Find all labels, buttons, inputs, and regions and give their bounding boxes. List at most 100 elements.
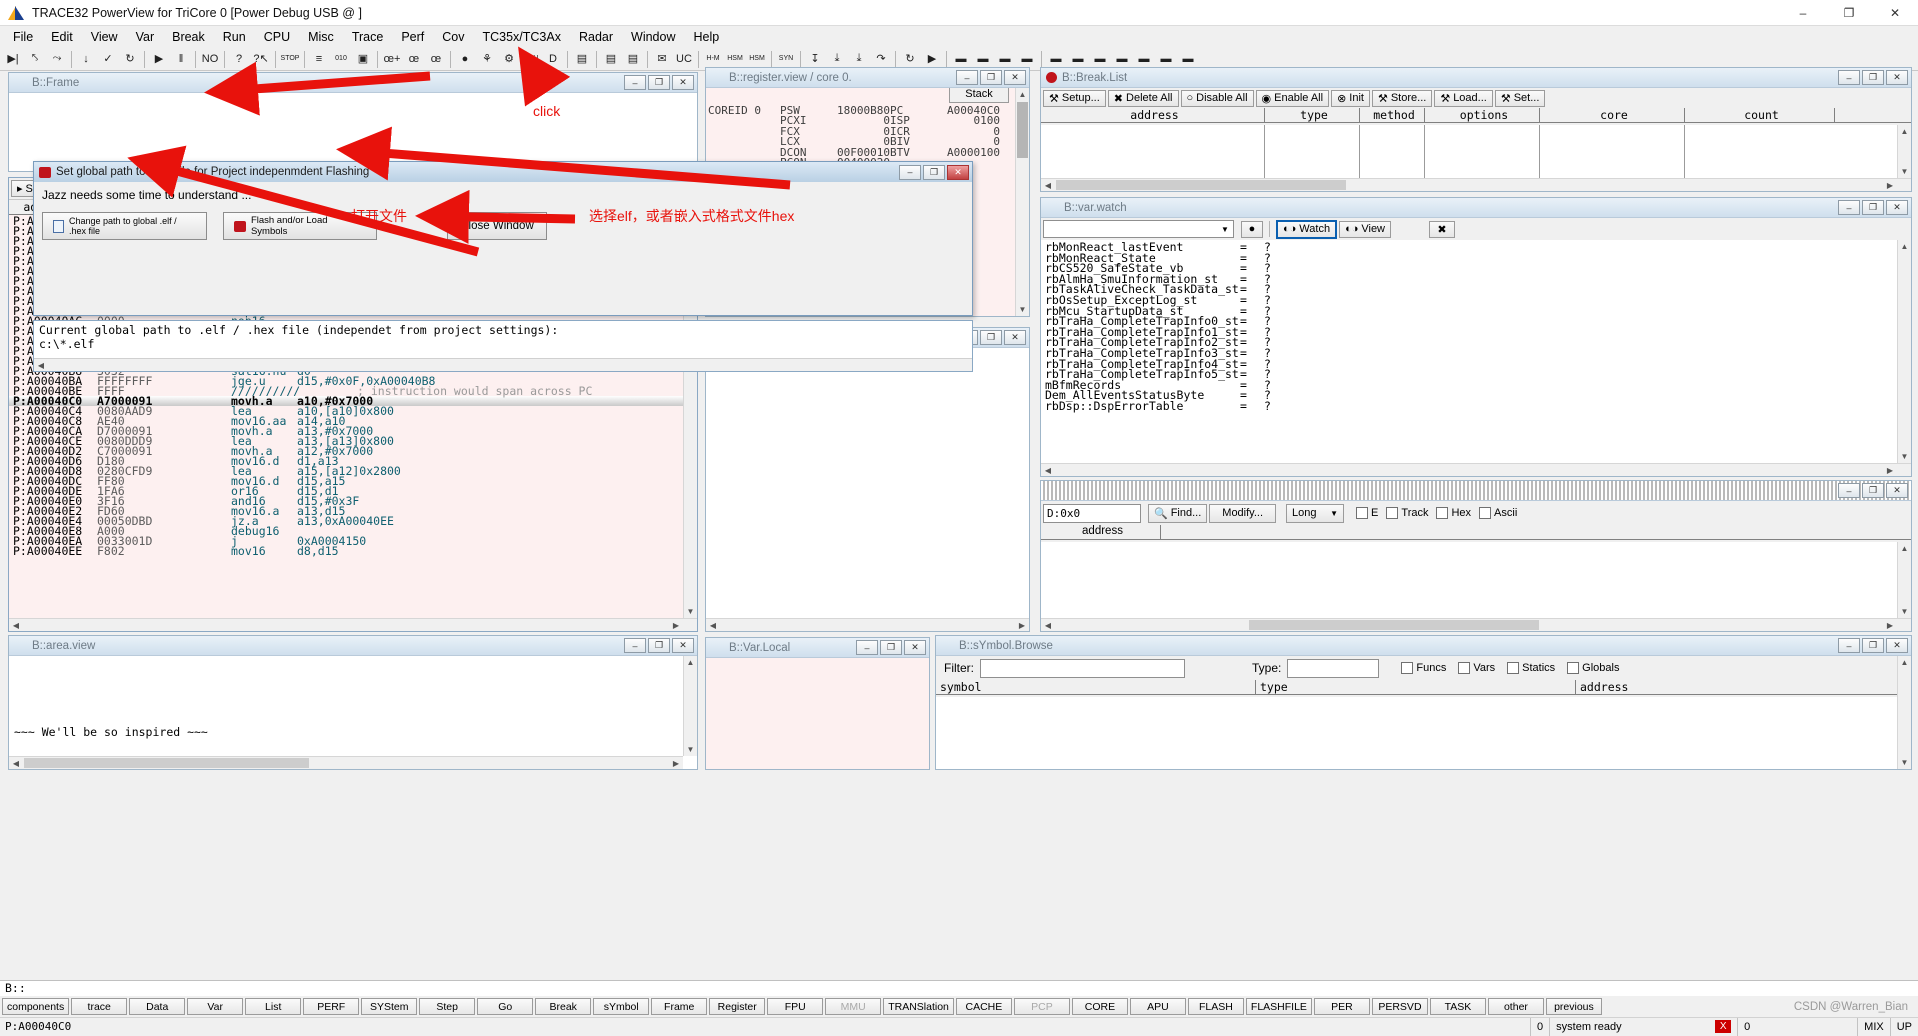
- step-over-icon[interactable]: ⤣: [24, 48, 46, 69]
- register-stack-tab[interactable]: Stack: [949, 88, 1009, 103]
- var-local-minimize-button[interactable]: –: [856, 640, 878, 655]
- area-view-horizontal-scrollbar[interactable]: ◀ ▶: [9, 756, 683, 769]
- register-scroll-thumb[interactable]: [1017, 102, 1028, 158]
- area-scroll-left-arrow[interactable]: ◀: [9, 757, 23, 769]
- menu-item-var[interactable]: Var: [127, 28, 164, 46]
- frame3-icon[interactable]: ▤: [622, 48, 644, 69]
- symbol-checkbox-statics[interactable]: Statics: [1507, 662, 1555, 674]
- break-scroll-right-arrow[interactable]: ▶: [1883, 179, 1897, 191]
- watch-entry[interactable]: rbDsp::DspErrorTable =?: [1045, 400, 1897, 412]
- checkbox-funcs-box[interactable]: [1401, 662, 1414, 674]
- close-window-button[interactable]: Close Window: [447, 212, 547, 240]
- menu-item-break[interactable]: Break: [163, 28, 214, 46]
- break-list-minimize-button[interactable]: –: [1838, 70, 1860, 85]
- command-line[interactable]: B::: [0, 980, 1918, 996]
- checkbox-e-box[interactable]: [1356, 507, 1369, 519]
- list-horizontal-scrollbar[interactable]: ◀ ▶: [9, 618, 697, 631]
- symbol-maximize-button[interactable]: ❐: [1862, 638, 1884, 653]
- var-ref-horizontal-scrollbar[interactable]: ◀ ▶: [706, 618, 1029, 631]
- fkey-translation[interactable]: TRANSlation: [883, 998, 954, 1015]
- store-button[interactable]: ⚒ Store...: [1371, 89, 1433, 107]
- frame-maximize-button[interactable]: ❐: [648, 75, 670, 90]
- fkey-step[interactable]: Step: [419, 998, 476, 1015]
- checkbox-globals-box[interactable]: [1567, 662, 1580, 674]
- var-watch-clear-button[interactable]: ✖: [1429, 220, 1456, 238]
- symbol-scroll-up-arrow[interactable]: ▲: [1898, 656, 1911, 669]
- fkey-go[interactable]: Go: [477, 998, 534, 1015]
- area-scroll-right-arrow[interactable]: ▶: [669, 757, 683, 769]
- data-rows[interactable]: [1041, 542, 1897, 618]
- menu-item-view[interactable]: View: [82, 28, 127, 46]
- area-scroll-h-thumb[interactable]: [24, 758, 309, 768]
- break-list-vertical-scrollbar[interactable]: ▲ ▼: [1897, 125, 1911, 178]
- symbol-checkbox-globals[interactable]: Globals: [1567, 662, 1619, 674]
- var-watch-scroll-down-arrow[interactable]: ▼: [1898, 450, 1911, 463]
- register-scroll-up-arrow[interactable]: ▲: [1016, 88, 1029, 101]
- menu-item-help[interactable]: Help: [685, 28, 729, 46]
- change-path-button[interactable]: Change path to global .elf / .hex file: [42, 212, 207, 240]
- win3-icon[interactable]: ▬: [994, 48, 1016, 69]
- fkey-per[interactable]: PER: [1313, 998, 1370, 1015]
- var-local-body[interactable]: [706, 658, 929, 769]
- frame2-icon[interactable]: ▤: [600, 48, 622, 69]
- var-watch-scroll-left-arrow[interactable]: ◀: [1041, 464, 1055, 476]
- menu-item-misc[interactable]: Misc: [299, 28, 343, 46]
- break-scroll-h-thumb[interactable]: [1056, 180, 1346, 190]
- watch-entry[interactable]: rbTraHa_CompleteTrapInfo5_st =?: [1045, 369, 1897, 380]
- enable-all-button[interactable]: ◉ Enable All: [1255, 89, 1330, 107]
- register-icon[interactable]: ⚙: [498, 48, 520, 69]
- data-scroll-h-thumb[interactable]: [1249, 620, 1539, 630]
- memory-icon[interactable]: ▣: [352, 48, 374, 69]
- win4-icon[interactable]: ▬: [1016, 48, 1038, 69]
- menu-item-file[interactable]: File: [4, 28, 42, 46]
- win1-icon[interactable]: ▬: [950, 48, 972, 69]
- data-checkbox-e[interactable]: E: [1356, 507, 1378, 519]
- maximize-button[interactable]: ❐: [1826, 0, 1872, 26]
- symbol-checkbox-funcs[interactable]: Funcs: [1401, 662, 1446, 674]
- register-close-button[interactable]: ✕: [1004, 70, 1026, 85]
- var-local-maximize-button[interactable]: ❐: [880, 640, 902, 655]
- menu-item-perf[interactable]: Perf: [392, 28, 433, 46]
- var-local-close-button[interactable]: ✕: [904, 640, 926, 655]
- register-maximize-button[interactable]: ❐: [980, 70, 1002, 85]
- break-list-maximize-button[interactable]: ❐: [1862, 70, 1884, 85]
- register-minimize-button[interactable]: –: [956, 70, 978, 85]
- break-list-rows[interactable]: [1041, 125, 1897, 178]
- fkey-apu[interactable]: APU: [1129, 998, 1186, 1015]
- symbol-filter-input[interactable]: [980, 658, 1185, 678]
- data-checkbox-ascii[interactable]: Ascii: [1479, 507, 1517, 519]
- var-watch-scroll-right-arrow[interactable]: ▶: [1883, 464, 1897, 476]
- var-watch-minimize-button[interactable]: –: [1838, 200, 1860, 215]
- symbol-type-input[interactable]: [1287, 658, 1380, 678]
- fkey-previous[interactable]: previous: [1545, 998, 1602, 1015]
- context-help-icon[interactable]: ?↖: [250, 48, 272, 69]
- var-watch-icon[interactable]: œ+: [381, 48, 403, 69]
- menu-item-radar[interactable]: Radar: [570, 28, 622, 46]
- var-watch-entries[interactable]: rbMonReact_lastEvent =? rbMonReact_State =?…: [1045, 242, 1897, 463]
- close-button[interactable]: ✕: [1872, 0, 1918, 26]
- var-watch-scroll-up-arrow[interactable]: ▲: [1898, 240, 1911, 253]
- symbol-scroll-down-arrow[interactable]: ▼: [1898, 756, 1911, 769]
- win6-icon[interactable]: ▬: [1067, 48, 1089, 69]
- area-view-body[interactable]: ~~~ We'll be so inspired ~~~ ▲ ▼ ◀ ▶: [9, 656, 697, 769]
- fkey-persvd[interactable]: PERSVD: [1371, 998, 1428, 1015]
- uc-icon[interactable]: UC: [673, 48, 695, 69]
- dialog-maximize-button[interactable]: ❐: [923, 164, 945, 180]
- area-scroll-up-arrow[interactable]: ▲: [684, 656, 697, 669]
- fkey-frame[interactable]: Frame: [651, 998, 708, 1015]
- menu-item-tc35x-tc3ax[interactable]: TC35x/TC3Ax: [473, 28, 570, 46]
- data-maximize-button[interactable]: ❐: [1862, 483, 1884, 498]
- go-green-icon[interactable]: ▶: [921, 48, 943, 69]
- win5-icon[interactable]: ▬: [1045, 48, 1067, 69]
- var-watch-combo-input[interactable]: [1043, 220, 1218, 238]
- area-view-maximize-button[interactable]: ❐: [648, 638, 670, 653]
- return-icon[interactable]: ✓: [97, 48, 119, 69]
- list-scroll-down-arrow[interactable]: ▼: [684, 605, 697, 618]
- symbol-icon[interactable]: ⚘: [476, 48, 498, 69]
- frame-icon[interactable]: ▤: [571, 48, 593, 69]
- symbol-close-button[interactable]: ✕: [1886, 638, 1908, 653]
- data-scroll-right-arrow[interactable]: ▶: [1883, 619, 1897, 631]
- flash-down-icon[interactable]: ↧: [804, 48, 826, 69]
- fkey-core[interactable]: CORE: [1071, 998, 1128, 1015]
- list-source-icon[interactable]: ≡: [308, 48, 330, 69]
